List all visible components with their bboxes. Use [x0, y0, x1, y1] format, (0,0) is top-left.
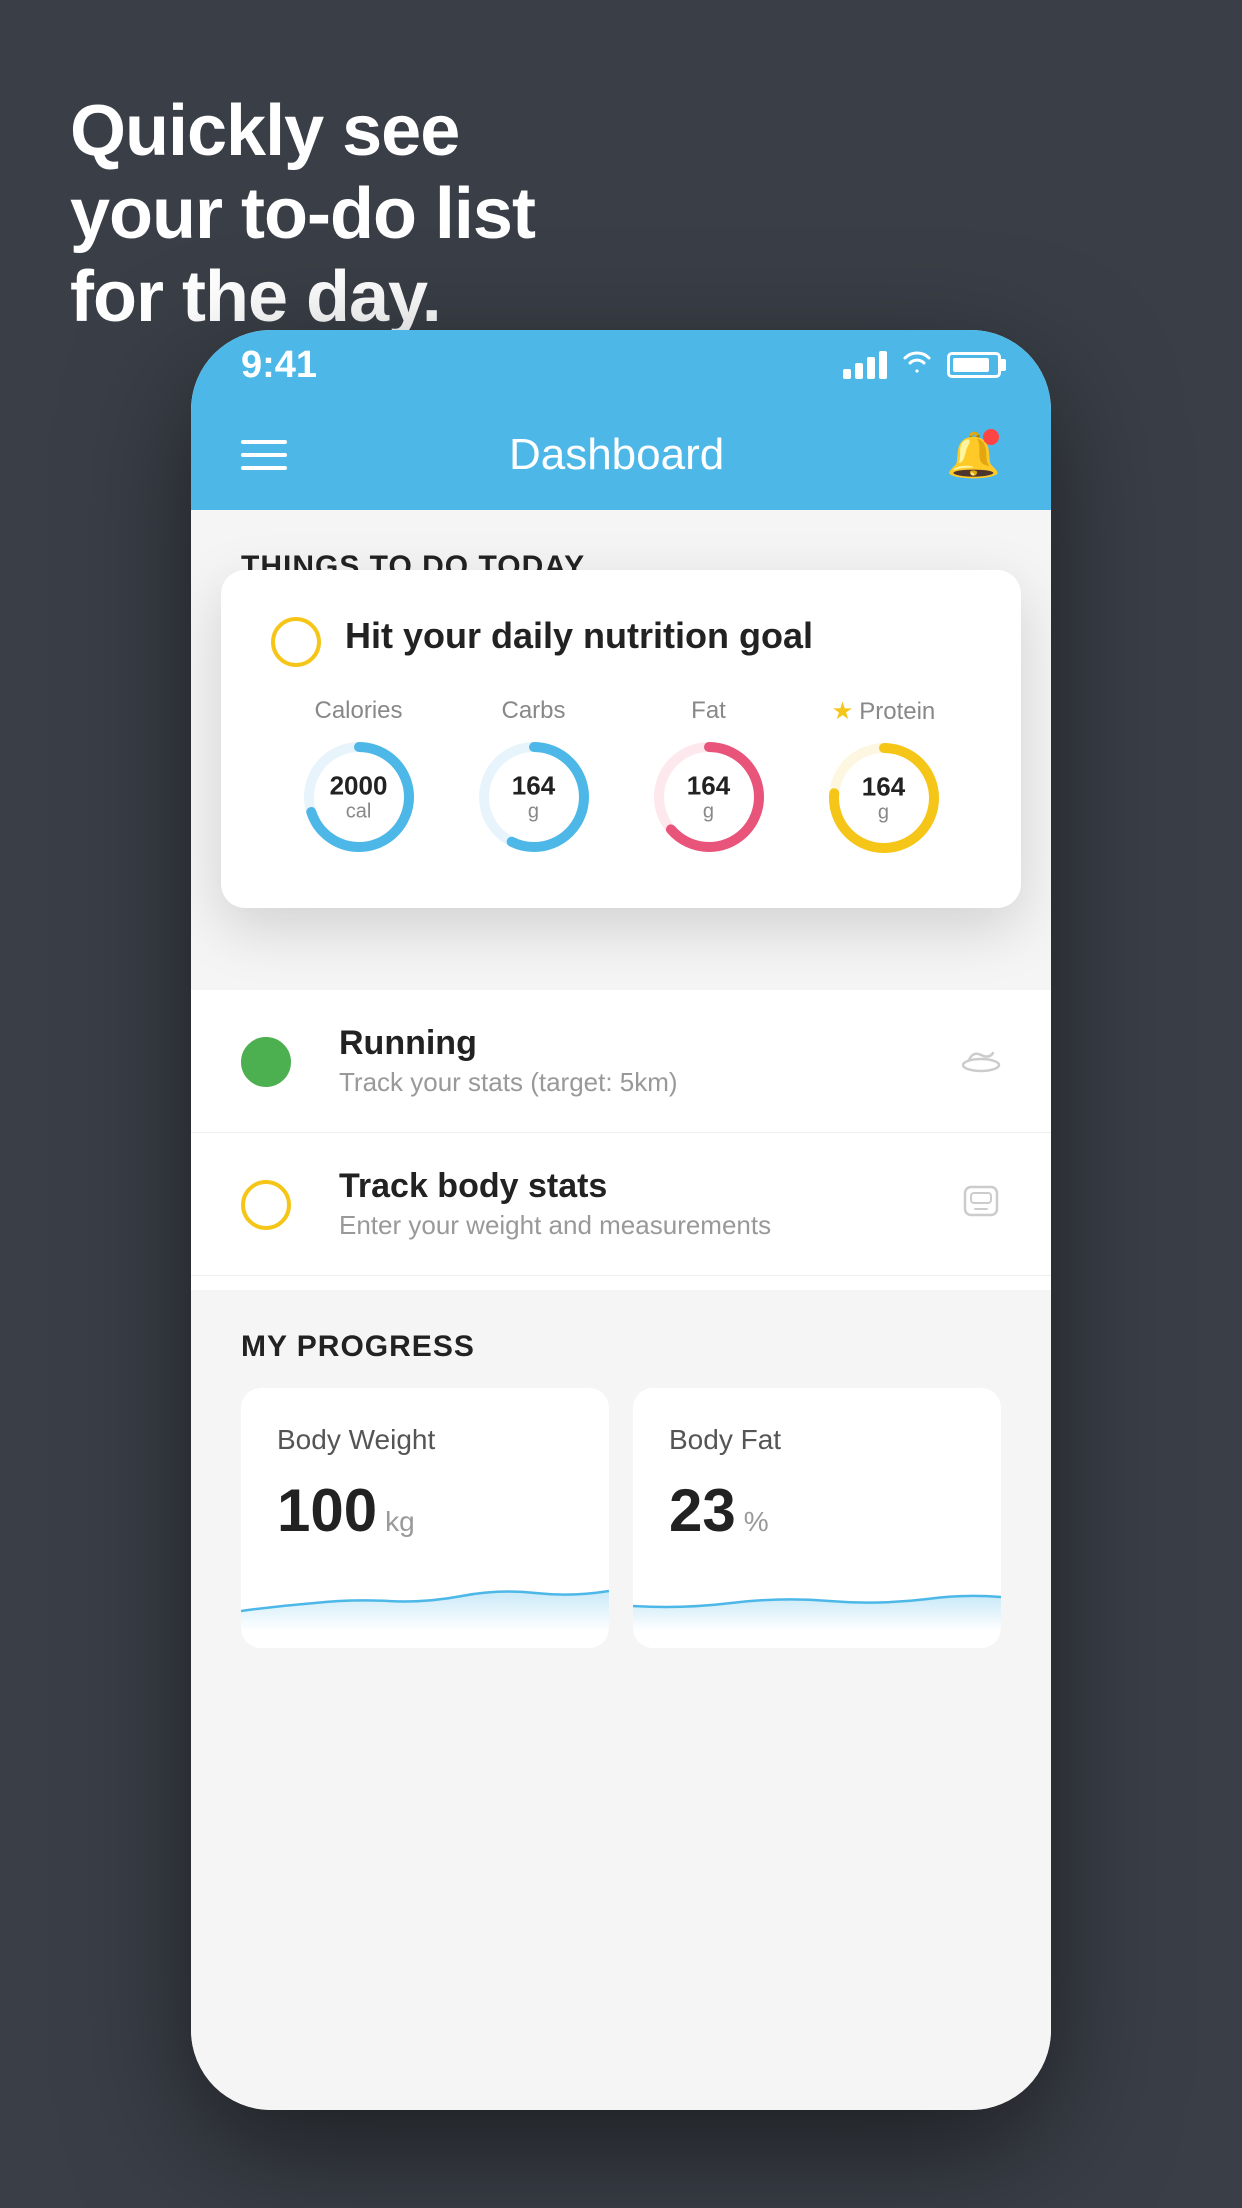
- carbs-unit: g: [512, 800, 555, 822]
- battery-icon: [947, 352, 1001, 378]
- progress-section: MY PROGRESS Body Weight 100 kg: [191, 1290, 1051, 1648]
- hero-text: Quickly see your to-do list for the day.: [70, 90, 535, 338]
- fat-unit: g: [687, 800, 730, 822]
- body-weight-card: Body Weight 100 kg: [241, 1388, 609, 1648]
- progress-title: MY PROGRESS: [191, 1290, 1051, 1388]
- nutrition-row: Calories 2000 cal: [271, 697, 971, 858]
- calories-value: 2000: [330, 772, 388, 801]
- body-fat-label: Body Fat: [669, 1424, 965, 1456]
- body-weight-unit: kg: [385, 1506, 415, 1538]
- running-checkbox[interactable]: [241, 1037, 291, 1087]
- protein-value: 164: [862, 773, 905, 802]
- protein-label: ★ Protein: [832, 697, 936, 726]
- nutrition-card: Hit your daily nutrition goal Calories: [221, 570, 1021, 908]
- carbs-item: Carbs 164 g: [474, 697, 594, 858]
- fat-label: Fat: [691, 697, 726, 725]
- scroll-content: THINGS TO DO TODAY Hit your daily nutrit…: [191, 510, 1051, 2110]
- body-stats-subtitle: Enter your weight and measurements: [339, 1210, 961, 1241]
- body-fat-value: 23: [669, 1476, 736, 1545]
- body-weight-value: 100: [277, 1476, 377, 1545]
- body-stats-title: Track body stats: [339, 1167, 961, 1206]
- protein-ring: 164 g: [824, 738, 944, 858]
- body-fat-card: Body Fat 23 %: [633, 1388, 1001, 1648]
- phone-mockup: 9:41: [191, 330, 1051, 2110]
- hero-line2: your to-do list: [70, 173, 535, 256]
- todo-body-stats[interactable]: Track body stats Enter your weight and m…: [191, 1133, 1051, 1276]
- nutrition-checkbox[interactable]: [271, 617, 321, 667]
- header-title: Dashboard: [509, 430, 724, 480]
- running-subtitle: Track your stats (target: 5km): [339, 1067, 961, 1098]
- fat-item: Fat 164 g: [649, 697, 769, 858]
- scale-icon: [961, 1183, 1001, 1226]
- body-fat-unit: %: [744, 1506, 769, 1538]
- body-stats-checkbox[interactable]: [241, 1180, 291, 1230]
- status-bar: 9:41: [191, 330, 1051, 400]
- body-weight-label: Body Weight: [277, 1424, 573, 1456]
- wifi-icon: [901, 348, 933, 382]
- menu-icon[interactable]: [241, 440, 287, 470]
- carbs-label: Carbs: [501, 697, 565, 725]
- calories-item: Calories 2000 cal: [299, 697, 419, 858]
- todo-running[interactable]: Running Track your stats (target: 5km): [191, 990, 1051, 1133]
- body-fat-value-row: 23 %: [669, 1476, 965, 1545]
- status-icons: [843, 348, 1001, 382]
- body-weight-value-row: 100 kg: [277, 1476, 573, 1545]
- calories-label: Calories: [314, 697, 402, 725]
- signal-bars-icon: [843, 351, 887, 379]
- app-header: Dashboard 🔔: [191, 400, 1051, 510]
- hero-line3: for the day.: [70, 256, 535, 339]
- notification-dot: [983, 429, 999, 445]
- star-icon: ★: [832, 697, 854, 726]
- fat-value: 164: [687, 772, 730, 801]
- fat-ring: 164 g: [649, 737, 769, 857]
- body-stats-content: Track body stats Enter your weight and m…: [339, 1167, 961, 1241]
- protein-unit: g: [862, 801, 905, 823]
- running-icon: [961, 1040, 1001, 1082]
- carbs-value: 164: [512, 772, 555, 801]
- protein-item: ★ Protein 164 g: [824, 697, 944, 858]
- notification-bell[interactable]: 🔔: [946, 429, 1001, 481]
- running-title: Running: [339, 1024, 961, 1063]
- nutrition-item-title: Hit your daily nutrition goal: [345, 615, 813, 657]
- running-content: Running Track your stats (target: 5km): [339, 1024, 961, 1098]
- carbs-ring: 164 g: [474, 737, 594, 857]
- progress-cards: Body Weight 100 kg: [191, 1388, 1051, 1648]
- nutrition-todo-item: Hit your daily nutrition goal: [271, 615, 971, 667]
- phone-frame: 9:41: [191, 330, 1051, 2110]
- calories-ring: 2000 cal: [299, 737, 419, 857]
- hero-line1: Quickly see: [70, 90, 535, 173]
- status-time: 9:41: [241, 344, 317, 387]
- body-fat-chart: [633, 1561, 1001, 1631]
- calories-unit: cal: [330, 800, 388, 822]
- body-weight-chart: [241, 1561, 609, 1631]
